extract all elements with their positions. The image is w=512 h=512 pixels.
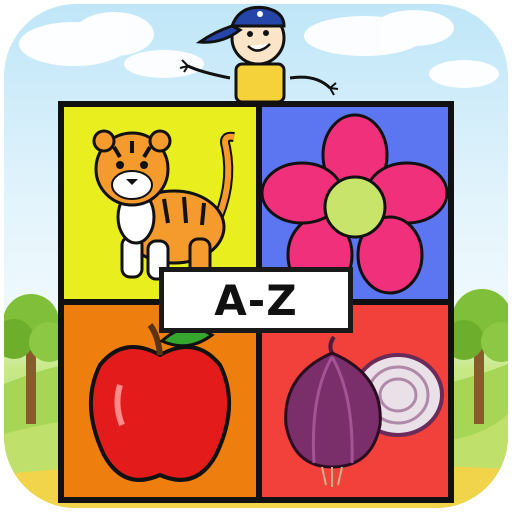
az-label: A-Z (159, 267, 353, 333)
tile-onion[interactable] (262, 305, 448, 497)
onion-icon (284, 335, 444, 487)
apple-icon (89, 323, 231, 482)
boy-mascot-icon (179, 5, 339, 104)
tile-apple[interactable] (64, 305, 256, 497)
app-icon[interactable]: A-Z (4, 4, 508, 508)
